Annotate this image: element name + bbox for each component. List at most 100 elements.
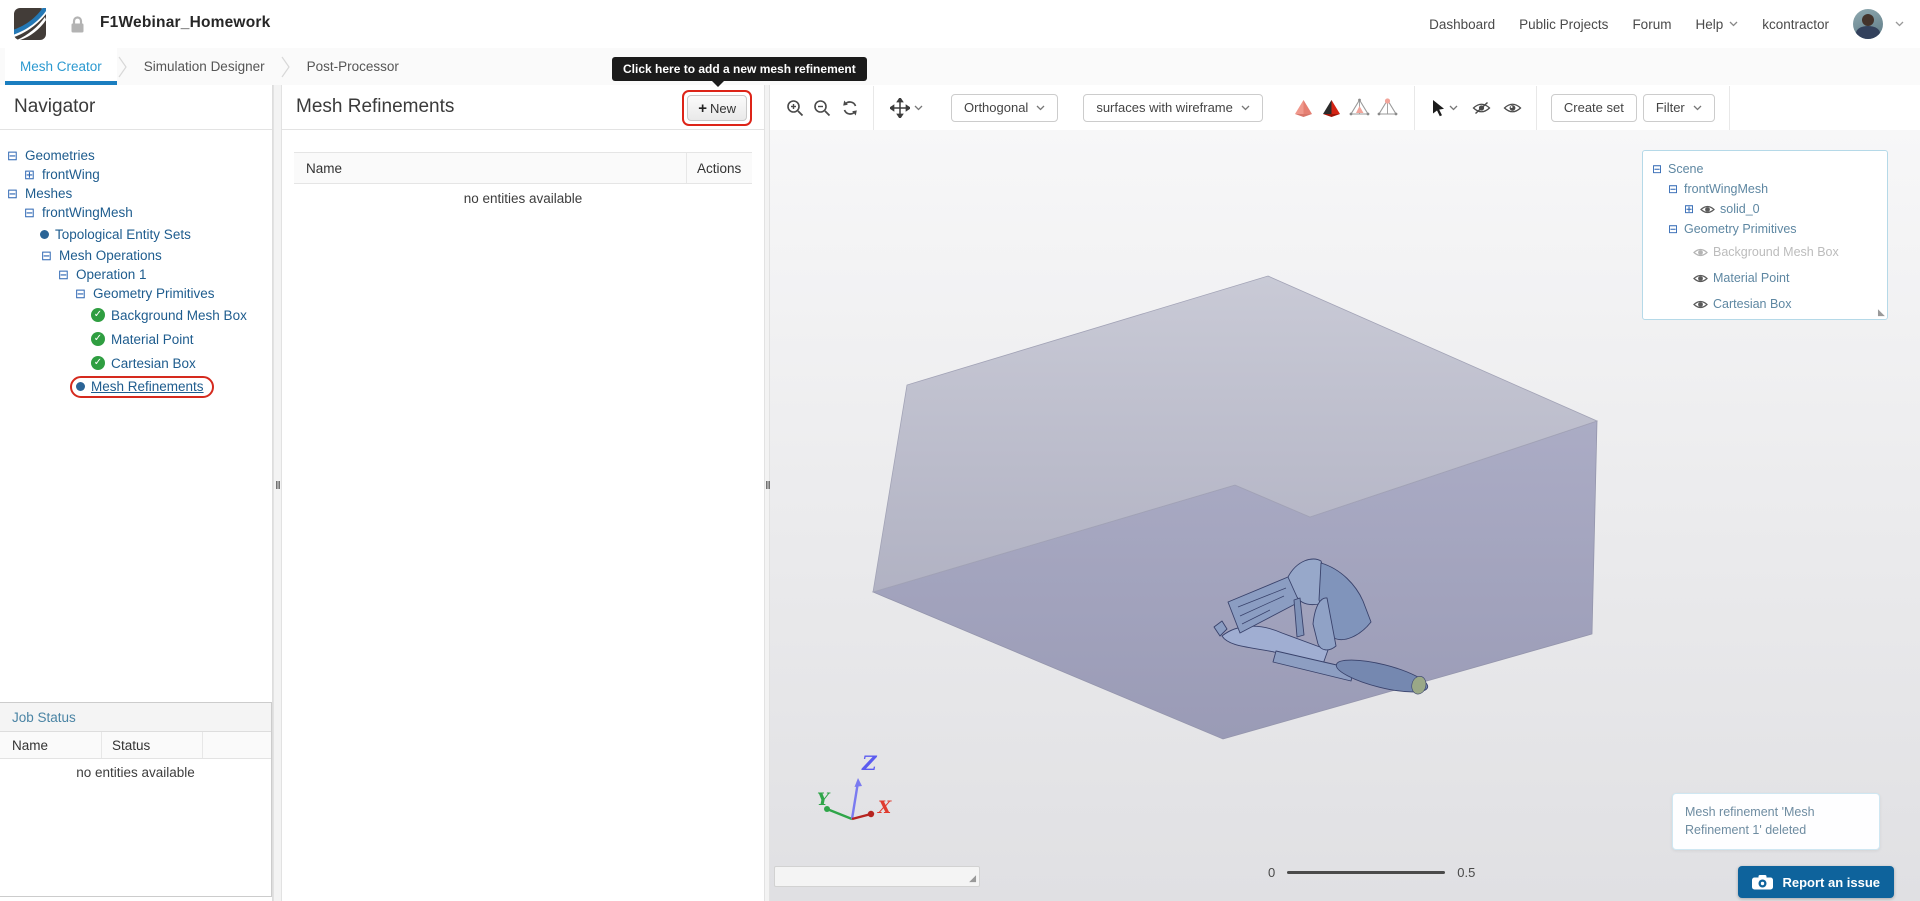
check-icon: ✓: [91, 332, 105, 346]
navigator-panel: Navigator ⊟ Geometries ⊞ frontWing ⊟ Meshes ⊟ f…: [0, 85, 273, 901]
refinements-table: Name Actions no entities available: [294, 152, 752, 213]
report-issue-button[interactable]: Report an issue: [1738, 866, 1894, 898]
job-status-header-row: Name Status: [0, 732, 271, 759]
nav-forum[interactable]: Forum: [1632, 17, 1671, 32]
collapse-icon[interactable]: ⊟: [1667, 183, 1679, 195]
navigator-item-geometry-primitives[interactable]: ⊟ Geometry Primitives: [0, 284, 272, 303]
navigator-item-material-point[interactable]: ✓ Material Point: [0, 327, 272, 351]
refresh-icon[interactable]: [841, 99, 859, 117]
navigator-item-frontwing[interactable]: ⊞ frontWing: [0, 165, 272, 184]
collapse-icon[interactable]: ⊟: [1667, 223, 1679, 235]
mesh-wireframe-face-icon[interactable]: [1349, 98, 1370, 118]
tab-post-processor[interactable]: Post-Processor: [292, 48, 414, 85]
navigator-item-mesh-refinements[interactable]: Mesh Refinements: [0, 375, 272, 399]
new-refinement-button[interactable]: + New: [687, 95, 747, 121]
account-chevron-down-icon[interactable]: [1895, 21, 1904, 27]
scene-item-frontwingmesh[interactable]: ⊟ frontWingMesh: [1649, 179, 1881, 199]
collapse-icon[interactable]: ⊟: [23, 206, 36, 219]
navigator-item-mesh-operations[interactable]: ⊟ Mesh Operations: [0, 246, 272, 265]
tab-simulation-designer[interactable]: Simulation Designer: [129, 48, 280, 85]
navigator-tree: ⊟ Geometries ⊞ frontWing ⊟ Meshes ⊟ frontWingMe…: [0, 130, 272, 399]
chevron-down-icon: [1241, 105, 1250, 110]
job-col-name: Name: [0, 732, 102, 758]
visibility-eye-icon[interactable]: [1693, 247, 1708, 258]
collapse-icon[interactable]: ⊟: [6, 187, 19, 200]
workflow-tab-bar: Mesh Creator Simulation Designer Post-Pr…: [0, 48, 1920, 86]
navigator-item-label: frontWingMesh: [42, 205, 133, 220]
nav-help-menu[interactable]: Help: [1695, 17, 1738, 32]
visibility-eye-icon[interactable]: [1693, 273, 1708, 284]
hide-selection-icon[interactable]: [1472, 101, 1491, 115]
navigator-item-meshes[interactable]: ⊟ Meshes: [0, 184, 272, 203]
node-dot-icon: [40, 229, 49, 239]
tab-mesh-creator[interactable]: Mesh Creator: [5, 48, 117, 85]
splitter-navigator[interactable]: ‖: [273, 85, 282, 901]
expand-icon[interactable]: ⊞: [23, 168, 36, 181]
background-mesh-box[interactable]: [871, 275, 1599, 740]
collapse-icon[interactable]: ⊟: [1651, 163, 1663, 175]
pan-options-chevron-icon[interactable]: [914, 105, 923, 111]
show-selection-icon[interactable]: [1503, 101, 1522, 115]
navigator-item-label: Background Mesh Box: [111, 307, 247, 323]
user-avatar[interactable]: [1853, 9, 1883, 39]
select-cursor-icon[interactable]: [1431, 99, 1445, 117]
app-window: F1Webinar_Homework Dashboard Public Proj…: [0, 0, 1920, 901]
collapse-icon[interactable]: ⊟: [74, 287, 87, 300]
lock-icon: [71, 16, 84, 33]
simscale-logo-icon[interactable]: [14, 8, 46, 40]
render-mode-dropdown[interactable]: surfaces with wireframe: [1083, 93, 1263, 122]
scale-line: [1287, 871, 1446, 874]
navigator-item-operation-1[interactable]: ⊟ Operation 1: [0, 265, 272, 284]
mesh-quality-solid-icon[interactable]: [1293, 98, 1314, 118]
visibility-eye-icon[interactable]: [1693, 299, 1708, 310]
scene-item-background-mesh-box[interactable]: Background Mesh Box: [1649, 239, 1881, 265]
mesh-wireframe-node-icon[interactable]: [1377, 97, 1398, 118]
select-options-chevron-icon[interactable]: [1449, 105, 1458, 111]
pan-move-icon[interactable]: [890, 97, 910, 118]
refinements-empty-text: no entities available: [463, 191, 583, 206]
collapsed-log-bar[interactable]: ◢: [774, 866, 980, 887]
collapse-icon[interactable]: ⊟: [57, 268, 70, 281]
navigator-item-frontwingmesh[interactable]: ⊟ frontWingMesh: [0, 203, 272, 222]
collapse-icon[interactable]: ⊟: [6, 149, 19, 162]
visibility-eye-icon[interactable]: [1700, 204, 1715, 215]
mesh-refinements-title: Mesh Refinements: [296, 96, 455, 117]
viewport: Orthogonal surfaces with wireframe Creat…: [770, 85, 1920, 901]
nav-dashboard[interactable]: Dashboard: [1429, 17, 1495, 32]
navigator-item-label: frontWing: [42, 167, 100, 182]
check-icon: ✓: [91, 308, 105, 322]
scene-item-material-point[interactable]: Material Point: [1649, 265, 1881, 291]
scene-item-label: Material Point: [1713, 271, 1790, 285]
username-label[interactable]: kcontractor: [1762, 17, 1829, 32]
navigator-item-topological-entity-sets[interactable]: Topological Entity Sets: [0, 222, 272, 246]
job-status-panel: Job Status Name Status no entities avail…: [0, 702, 272, 897]
viewport-toolbar: Orthogonal surfaces with wireframe Creat…: [770, 85, 1920, 131]
collapse-icon[interactable]: ⊟: [40, 249, 53, 262]
resize-handle-icon[interactable]: ◢: [1878, 307, 1885, 318]
scene-item-label: Scene: [1668, 162, 1704, 176]
chevron-down-icon: [1693, 105, 1702, 110]
navigator-item-cartesian-box[interactable]: ✓ Cartesian Box: [0, 351, 272, 375]
scene-tree: ⊟ Scene ⊟ frontWingMesh ⊞ solid_0 ⊟ Geometry Pr…: [1649, 159, 1881, 317]
nav-public-projects[interactable]: Public Projects: [1519, 17, 1608, 32]
scale-bar: 0 0.5: [1268, 865, 1475, 880]
mesh-refinements-panel: Mesh Refinements + New Name Actions no e…: [282, 85, 764, 901]
scene-item-geometry-primitives[interactable]: ⊟ Geometry Primitives: [1649, 219, 1881, 239]
filter-dropdown[interactable]: Filter: [1642, 93, 1715, 122]
projection-dropdown[interactable]: Orthogonal: [951, 93, 1059, 122]
expand-icon[interactable]: ⊞: [1683, 203, 1695, 215]
zoom-out-icon[interactable]: [813, 99, 831, 117]
scale-min-label: 0: [1268, 865, 1276, 880]
scene-item-cartesian-box[interactable]: Cartesian Box: [1649, 291, 1881, 317]
navigator-item-background-mesh-box[interactable]: ✓ Background Mesh Box: [0, 303, 272, 327]
navigator-item-geometries[interactable]: ⊟ Geometries: [0, 146, 272, 165]
mesh-quality-clip-icon[interactable]: [1321, 98, 1342, 118]
viewport-canvas[interactable]: Z Y X ⊟ Scene ⊟ frontWingMesh ⊞ solid_0 ⊟ Geome…: [770, 130, 1920, 901]
axis-z-label: Z: [861, 751, 878, 775]
create-set-button[interactable]: Create set: [1550, 93, 1637, 122]
top-navigation: Dashboard Public Projects Forum Help kco…: [1429, 0, 1904, 48]
scene-item-solid-0[interactable]: ⊞ solid_0: [1649, 199, 1881, 219]
zoom-in-icon[interactable]: [786, 99, 804, 117]
scene-item-label: Geometry Primitives: [1684, 222, 1797, 236]
scene-item-scene[interactable]: ⊟ Scene: [1649, 159, 1881, 179]
